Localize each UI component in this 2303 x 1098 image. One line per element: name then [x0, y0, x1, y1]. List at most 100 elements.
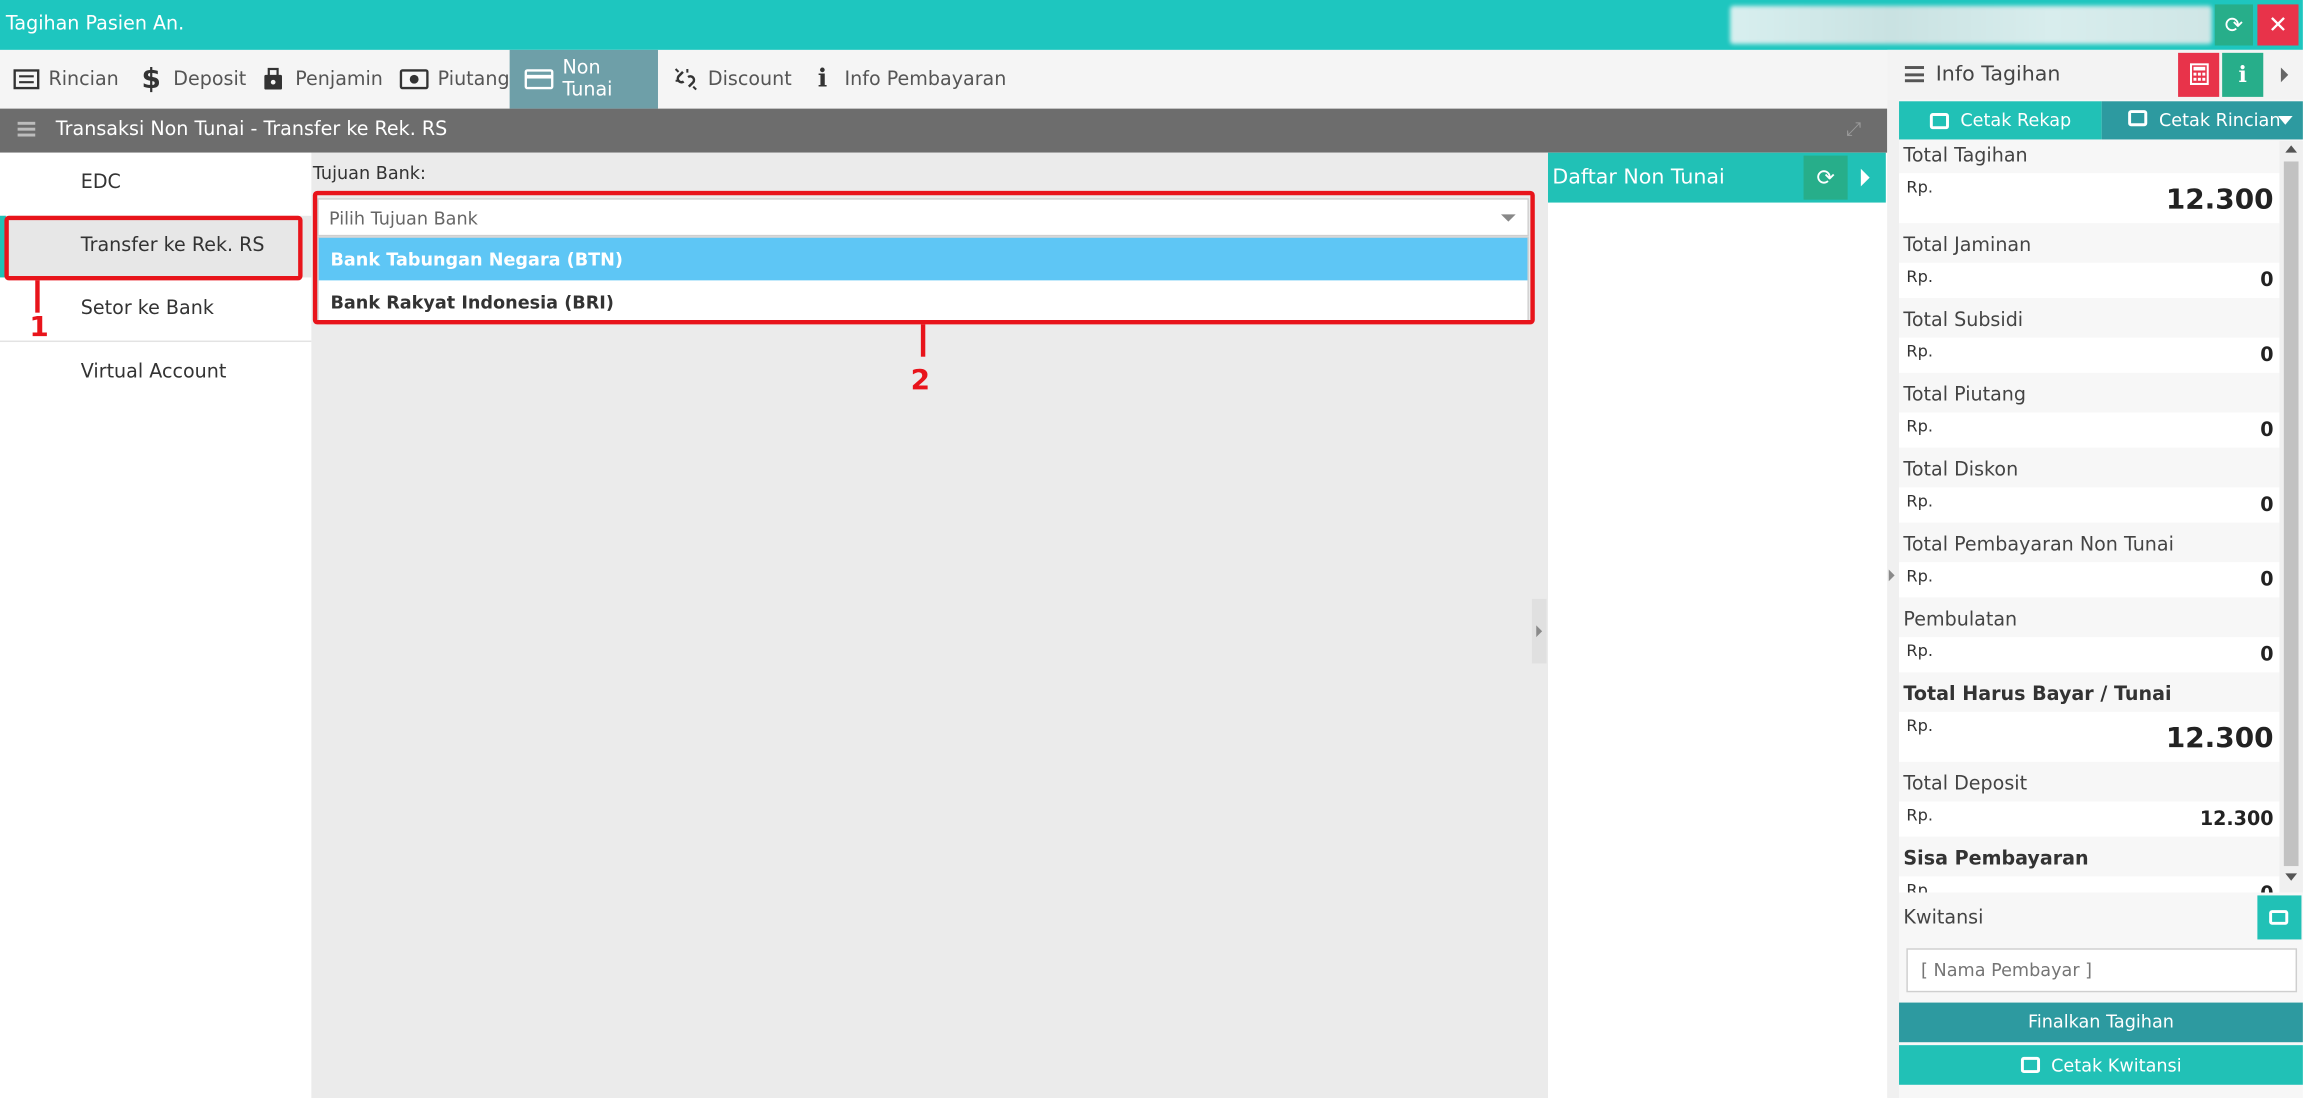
credit-card-icon: [524, 68, 554, 91]
annotation-box-2: [312, 190, 1535, 325]
summary-value-row: Rp. 0: [1899, 337, 2281, 373]
tab-rincian[interactable]: Rincian: [13, 50, 119, 109]
info-tagihan-panel: Info Tagihan i Cetak Rekap Cetak Rincian…: [1887, 49, 2303, 1098]
cetak-kwitansi-label: Cetak Kwitansi: [2051, 1054, 2182, 1076]
tab-info-pembayaran[interactable]: i Info Pembayaran: [809, 50, 1007, 109]
summary-value-row: Rp. 0: [1899, 487, 2281, 523]
tab-info-pembayaran-label: Info Pembayaran: [844, 68, 1007, 91]
kwitansi-print-button[interactable]: [2257, 895, 2302, 940]
list-icon: [1904, 66, 1924, 83]
tab-non-tunai[interactable]: Non Tunai: [509, 49, 658, 109]
info-tagihan-title: Info Tagihan: [1935, 63, 2061, 87]
window-title: Tagihan Pasien An.: [5, 13, 185, 36]
banknote-icon: [399, 68, 429, 91]
scroll-down-icon[interactable]: [2285, 873, 2298, 881]
currency-label: Rp.: [1906, 491, 1933, 511]
daftar-refresh-button[interactable]: ⟳: [1803, 155, 1848, 200]
annotation-line-1: [35, 280, 40, 313]
hamburger-icon[interactable]: [17, 121, 36, 137]
currency-label: Rp.: [1906, 880, 1933, 893]
scroll-up-icon[interactable]: [2285, 145, 2298, 153]
menu-item-edc[interactable]: EDC: [0, 153, 311, 215]
title-bar: Tagihan Pasien An. ⟳ ✕: [0, 0, 2303, 50]
summary-value-row: Rp. 12.300: [1899, 711, 2281, 762]
tab-discount[interactable]: Discount: [673, 50, 792, 109]
scroll-thumb[interactable]: [2283, 161, 2299, 867]
briefcase-icon: [260, 67, 286, 91]
annotation-box-1: [4, 215, 303, 281]
summary-amount: 12.300: [2199, 808, 2274, 831]
expand-icon[interactable]: ⤢: [1846, 119, 1861, 141]
collapse-arrow-icon[interactable]: [2280, 67, 2289, 83]
panel-gutter[interactable]: [1887, 99, 1900, 1098]
tab-deposit-label: Deposit: [173, 68, 247, 91]
nama-pembayar-input[interactable]: [1906, 948, 2298, 993]
tab-deposit[interactable]: $ Deposit: [138, 50, 247, 109]
summary-label: Total Piutang: [1903, 384, 2027, 407]
finalkan-tagihan-button[interactable]: Finalkan Tagihan: [1899, 1002, 2303, 1043]
summary-label: Sisa Pembayaran: [1903, 848, 2089, 871]
summary-scrollbar[interactable]: [2279, 140, 2303, 893]
summary-amount: 12.300: [2165, 183, 2274, 216]
summary-value-row: Rp. 12.300: [1899, 173, 2281, 224]
cetak-kwitansi-button[interactable]: Cetak Kwitansi: [1899, 1045, 2303, 1085]
transaction-type-menu: EDC Transfer ke Rek. RS Setor ke Bank Vi…: [0, 152, 312, 1098]
printer-icon: [2128, 110, 2148, 127]
tab-penjamin[interactable]: Penjamin: [260, 50, 383, 109]
printer-icon: [1929, 112, 1949, 129]
annotation-number-2: 2: [910, 364, 931, 397]
close-button[interactable]: ✕: [2257, 4, 2299, 46]
section-header: Transaksi Non Tunai - Transfer ke Rek. R…: [0, 108, 1888, 153]
info-icon: i: [2238, 61, 2247, 89]
currency-label: Rp.: [1906, 177, 1933, 197]
menu-item-label: Setor ke Bank: [80, 297, 214, 321]
summary-value-row: Rp. 0: [1899, 876, 2281, 893]
close-icon: ✕: [2268, 10, 2288, 39]
cetak-rekap-label: Cetak Rekap: [1960, 110, 2072, 131]
cetak-rekap-button[interactable]: Cetak Rekap: [1899, 101, 2102, 140]
tab-non-tunai-label: Non Tunai: [562, 57, 613, 102]
summary-label: Total Subsidi: [1903, 309, 2024, 332]
currency-label: Rp.: [1906, 805, 1933, 825]
tab-rincian-label: Rincian: [48, 68, 119, 91]
calculator-icon: [2189, 63, 2209, 85]
currency-label: Rp.: [1906, 566, 1933, 586]
broken-link-icon: [673, 68, 699, 91]
tab-bar: Rincian $ Deposit Penjamin Piutang Non T…: [0, 49, 1888, 109]
summary-amount: 0: [2260, 419, 2274, 442]
summary-amount: 12.300: [2165, 722, 2274, 755]
summary-label: Total Jaminan: [1903, 234, 2032, 257]
currency-label: Rp.: [1906, 641, 1933, 661]
tagihan-summary: Total Tagihan Rp. 12.300 Total Jaminan Rp. 0 T…: [1899, 141, 2281, 893]
info-tagihan-header: Info Tagihan i: [1887, 49, 2303, 100]
dollar-icon: $: [141, 63, 161, 96]
info-button[interactable]: i: [2222, 52, 2264, 97]
tab-penjamin-label: Penjamin: [295, 68, 383, 91]
refresh-button[interactable]: ⟳: [2214, 4, 2253, 46]
cetak-rincian-button[interactable]: Cetak Rincian: [2101, 101, 2303, 140]
summary-value-row: Rp. 0: [1899, 262, 2281, 298]
panel-splitter[interactable]: [1531, 598, 1547, 664]
calculator-button[interactable]: [2178, 52, 2220, 97]
currency-label: Rp.: [1906, 416, 1933, 436]
currency-label: Rp.: [1906, 342, 1933, 362]
summary-label: Total Harus Bayar / Tunai: [1903, 684, 2172, 707]
chevron-down-icon[interactable]: [2277, 115, 2293, 125]
collapse-arrow-icon[interactable]: [1860, 168, 1870, 187]
section-title: Transaksi Non Tunai - Transfer ke Rek. R…: [55, 118, 448, 141]
patient-name-redacted: [1730, 5, 2212, 45]
currency-label: Rp.: [1906, 716, 1933, 736]
summary-amount: 0: [2260, 644, 2274, 667]
tujuan-bank-label: Tujuan Bank:: [312, 162, 426, 184]
tab-piutang[interactable]: Piutang: [399, 50, 510, 109]
summary-amount: 0: [2260, 270, 2274, 293]
daftar-non-tunai-panel: Daftar Non Tunai ⟳: [1548, 152, 1886, 1098]
summary-label: Pembulatan: [1903, 609, 2018, 632]
summary-value-row: Rp. 12.300: [1899, 801, 2281, 837]
menu-item-virtual-account[interactable]: Virtual Account: [0, 342, 311, 404]
menu-item-label: Virtual Account: [80, 361, 227, 384]
summary-amount: 0: [2260, 569, 2274, 592]
summary-amount: 0: [2260, 344, 2274, 367]
annotation-number-1: 1: [29, 311, 49, 344]
annotation-line-2: [920, 324, 926, 357]
